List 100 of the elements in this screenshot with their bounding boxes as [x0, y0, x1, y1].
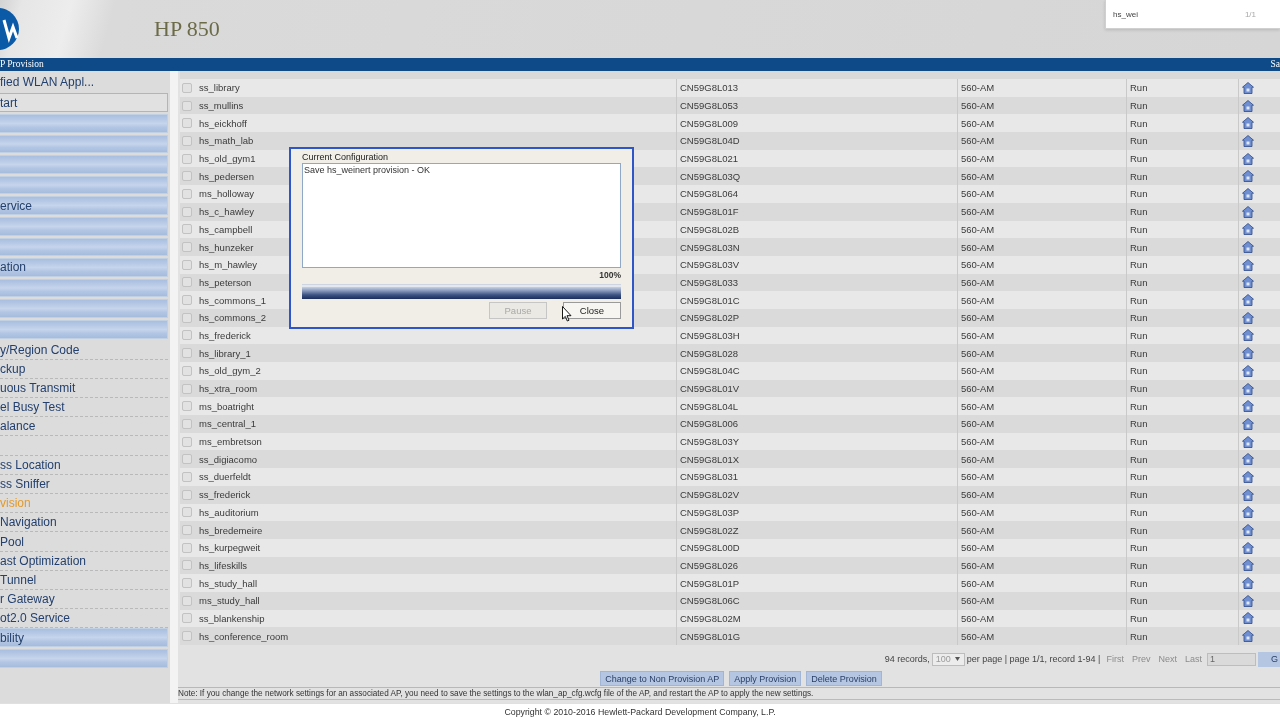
- house-icon[interactable]: [1242, 81, 1254, 94]
- row-checkbox[interactable]: [182, 259, 192, 270]
- house-icon[interactable]: [1242, 311, 1254, 324]
- row-checkbox[interactable]: [182, 312, 192, 323]
- dialog-button[interactable]: Close: [563, 302, 621, 319]
- row-checkbox[interactable]: [182, 224, 192, 235]
- sidebar-link[interactable]: Tunnel: [0, 570, 168, 590]
- row-checkbox[interactable]: [182, 489, 192, 500]
- row-checkbox[interactable]: [182, 206, 192, 217]
- row-checkbox[interactable]: [182, 135, 192, 146]
- sidebar-item[interactable]: ervice: [0, 196, 168, 215]
- sidebar-item[interactable]: [0, 114, 168, 133]
- sidebar-item[interactable]: [0, 134, 168, 154]
- house-icon[interactable]: [1242, 294, 1254, 307]
- house-icon[interactable]: [1242, 241, 1254, 254]
- sidebar-item[interactable]: [0, 216, 168, 236]
- row-checkbox[interactable]: [182, 401, 192, 412]
- row-checkbox[interactable]: [182, 118, 192, 129]
- row-checkbox[interactable]: [182, 454, 192, 465]
- sidebar-item[interactable]: [0, 278, 168, 298]
- sidebar-item[interactable]: [0, 175, 168, 195]
- page-field[interactable]: 1: [1207, 652, 1256, 666]
- house-icon[interactable]: [1242, 276, 1254, 289]
- house-icon[interactable]: [1242, 223, 1254, 236]
- sidebar-item[interactable]: [0, 319, 168, 339]
- house-icon[interactable]: [1242, 417, 1254, 430]
- row-checkbox[interactable]: [182, 595, 192, 606]
- action-button[interactable]: Change to Non Provision AP: [600, 671, 725, 686]
- sidebar-link[interactable]: Navigation: [0, 513, 168, 533]
- house-icon[interactable]: [1242, 382, 1254, 395]
- house-icon[interactable]: [1242, 594, 1254, 607]
- house-icon[interactable]: [1242, 99, 1254, 112]
- row-checkbox[interactable]: [182, 348, 192, 359]
- sidebar-link[interactable]: alance: [0, 417, 168, 437]
- sidebar-item[interactable]: ation: [0, 258, 168, 277]
- house-icon[interactable]: [1242, 364, 1254, 377]
- find-field[interactable]: hs_wei: [1113, 4, 1245, 24]
- action-button[interactable]: Delete Provision: [806, 671, 882, 686]
- house-icon[interactable]: [1242, 453, 1254, 466]
- row-checkbox[interactable]: [182, 295, 192, 306]
- sidebar-button[interactable]: tart: [0, 93, 168, 112]
- sidebar-item[interactable]: [0, 237, 168, 257]
- row-checkbox[interactable]: [182, 613, 192, 624]
- action-button[interactable]: Apply Provision: [729, 671, 802, 686]
- row-checkbox[interactable]: [182, 542, 192, 553]
- row-checkbox[interactable]: [182, 525, 192, 536]
- sidebar-link[interactable]: ast Optimization: [0, 551, 168, 571]
- row-checkbox[interactable]: [182, 383, 192, 394]
- row-checkbox[interactable]: [182, 330, 192, 341]
- table-cell: Run: [1130, 223, 1148, 235]
- row-checkbox[interactable]: [182, 277, 192, 288]
- row-checkbox[interactable]: [182, 436, 192, 447]
- table-cell: Run: [1130, 294, 1148, 306]
- house-icon[interactable]: [1242, 559, 1254, 572]
- house-icon[interactable]: [1242, 577, 1254, 590]
- row-checkbox[interactable]: [182, 242, 192, 253]
- sidebar-link[interactable]: r Gateway: [0, 589, 168, 610]
- house-icon[interactable]: [1242, 134, 1254, 147]
- sidebar-item[interactable]: [0, 648, 168, 668]
- row-checkbox[interactable]: [182, 507, 192, 518]
- sidebar-item[interactable]: [0, 299, 168, 318]
- house-icon[interactable]: [1242, 506, 1254, 519]
- row-checkbox[interactable]: [182, 471, 192, 482]
- sidebar-link[interactable]: Pool: [0, 532, 168, 552]
- house-icon[interactable]: [1242, 152, 1254, 165]
- row-checkbox[interactable]: [182, 631, 192, 642]
- row-checkbox[interactable]: [182, 578, 192, 589]
- row-checkbox[interactable]: [182, 365, 192, 376]
- row-checkbox[interactable]: [182, 82, 192, 93]
- sidebar-link[interactable]: ckup: [0, 359, 168, 379]
- sidebar-link[interactable]: ss Sniffer: [0, 474, 168, 495]
- row-checkbox[interactable]: [182, 188, 192, 199]
- sidebar-link[interactable]: y/Region Code: [0, 340, 168, 360]
- sidebar-item[interactable]: [0, 155, 168, 174]
- house-icon[interactable]: [1242, 524, 1254, 537]
- house-icon[interactable]: [1242, 187, 1254, 200]
- house-icon[interactable]: [1242, 117, 1254, 130]
- sidebar-link[interactable]: el Busy Test: [0, 398, 168, 418]
- house-icon[interactable]: [1242, 258, 1254, 271]
- sidebar-link[interactable]: uous Transmit: [0, 378, 168, 399]
- row-checkbox[interactable]: [182, 100, 192, 111]
- house-icon[interactable]: [1242, 170, 1254, 183]
- house-icon[interactable]: [1242, 612, 1254, 625]
- row-checkbox[interactable]: [182, 171, 192, 182]
- sidebar-item[interactable]: bility: [0, 628, 168, 647]
- table-cell: 560-AM: [961, 595, 995, 607]
- house-icon[interactable]: [1242, 347, 1254, 360]
- row-checkbox[interactable]: [182, 153, 192, 164]
- house-icon[interactable]: [1242, 488, 1254, 501]
- house-icon[interactable]: [1242, 470, 1254, 483]
- house-icon[interactable]: [1242, 329, 1254, 342]
- house-icon[interactable]: [1242, 205, 1254, 218]
- house-icon[interactable]: [1242, 435, 1254, 448]
- row-checkbox[interactable]: [182, 418, 192, 429]
- go-button[interactable]: G: [1258, 651, 1280, 667]
- row-checkbox[interactable]: [182, 560, 192, 571]
- sidebar-link[interactable]: ss Location: [0, 455, 168, 475]
- house-icon[interactable]: [1242, 630, 1254, 643]
- house-icon[interactable]: [1242, 541, 1254, 554]
- house-icon[interactable]: [1242, 400, 1254, 413]
